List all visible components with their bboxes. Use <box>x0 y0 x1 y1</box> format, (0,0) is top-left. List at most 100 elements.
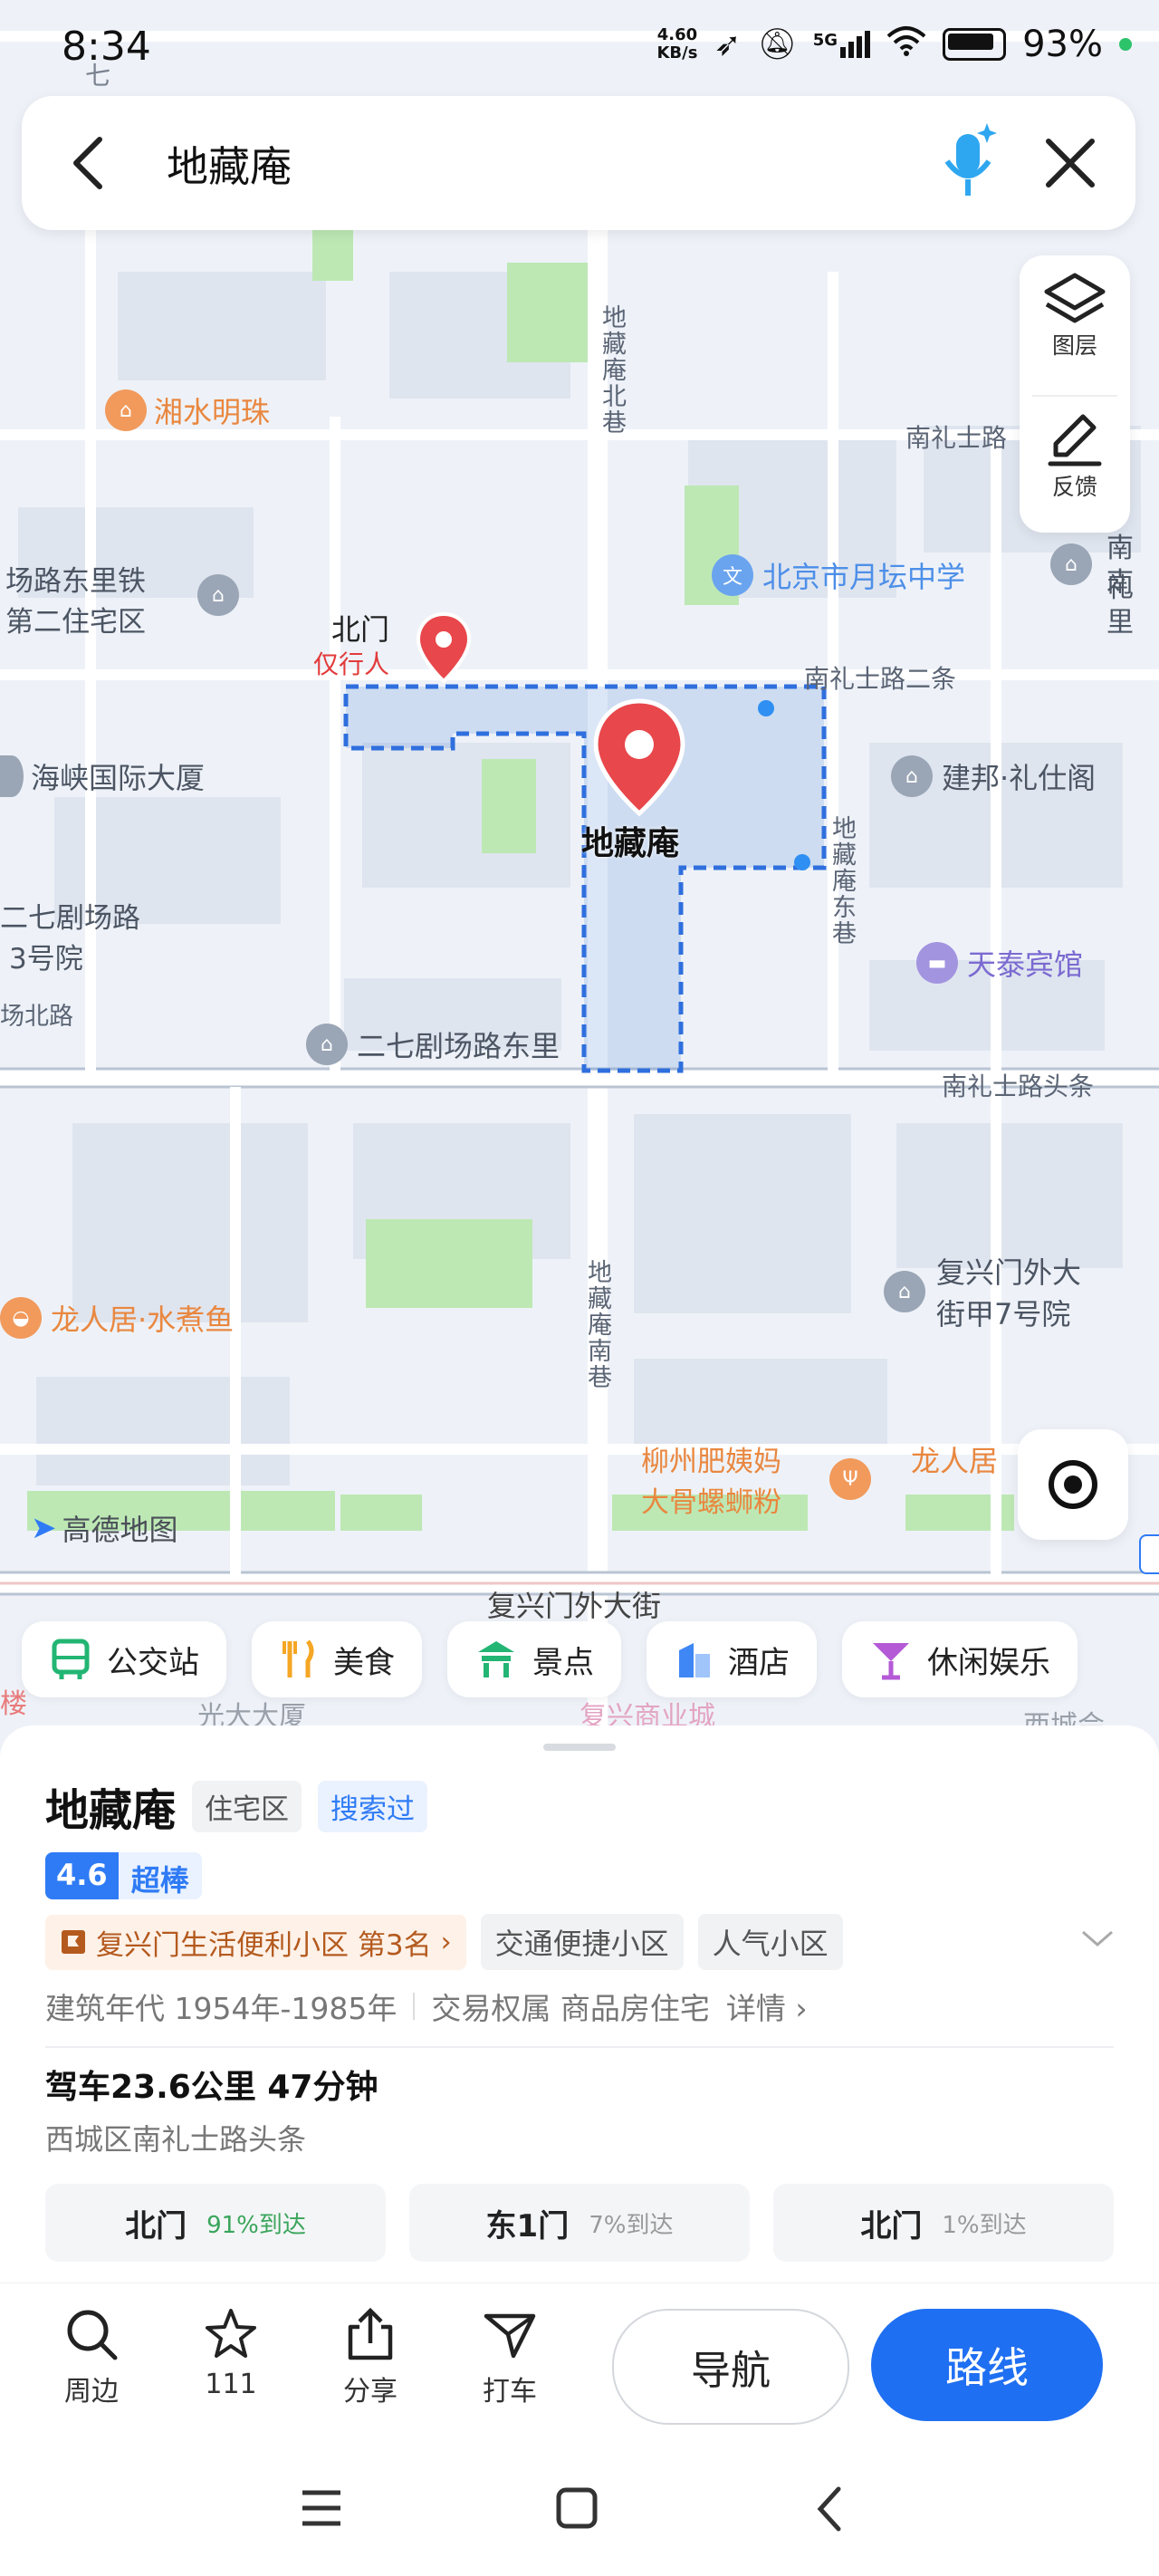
drive-info: 驾车23.6公里 47分钟 <box>45 2069 378 2106</box>
locate-me-button[interactable] <box>1018 1429 1128 1540</box>
mute-bell-icon: 🔕︎ <box>757 26 797 62</box>
road-nanlishi-toutiao: 南礼士路头条 <box>942 1072 1095 1101</box>
searched-tag: 搜索过 <box>318 1780 428 1832</box>
gate-card[interactable]: 北门 1%到达 <box>773 2184 1114 2262</box>
north-gate-label: 北门 <box>331 612 390 647</box>
favorite-button[interactable]: 111 <box>181 2307 281 2400</box>
wifi-icon <box>886 24 926 65</box>
voice-mic-icon[interactable] <box>936 120 1000 210</box>
chip-bus-station[interactable]: 公交站 <box>22 1621 226 1697</box>
residence-icon: ⌂ <box>884 1271 925 1312</box>
residence-icon: ⌂ <box>1050 543 1092 585</box>
poi-longrenju-left[interactable]: ◒ 龙人居·水煮鱼 <box>0 1297 234 1339</box>
school-icon: 文 <box>712 554 753 596</box>
tags-row: 复兴门生活便利小区 第3名 › 交通便捷小区 人气小区 <box>45 1914 843 1970</box>
back-icon[interactable] <box>811 2484 848 2538</box>
pedestrian-label: 仅行人 <box>313 649 390 679</box>
street-dizang-south: 地藏庵南巷 <box>583 1259 611 1390</box>
route-button[interactable]: 路线 <box>871 2309 1103 2421</box>
star-icon <box>206 2309 256 2358</box>
street-dizang-east: 地藏庵东巷 <box>828 815 856 947</box>
layers-button[interactable]: 图层 <box>1020 272 1130 360</box>
close-icon[interactable] <box>1043 136 1097 194</box>
net-speed: 4.60 KB/s <box>656 25 698 62</box>
road-nanlishi-ertiao: 南礼士路二条 <box>804 664 957 694</box>
poi-nanli-right2: 南里 <box>1106 567 1134 639</box>
nearby-button[interactable]: 周边 <box>42 2307 141 2408</box>
status-time: 8:34 <box>62 24 151 70</box>
chip-food[interactable]: 美食 <box>252 1621 422 1697</box>
poi-longrenju-right: 龙人居 <box>911 1444 999 1478</box>
road-chang-beilu: 场北路 <box>0 1003 73 1031</box>
search-bar: 地藏庵 <box>22 96 1135 230</box>
type-tag: 住宅区 <box>192 1780 302 1832</box>
ownership: 交易权属 商品房住宅 <box>431 1991 710 2026</box>
search-query[interactable]: 地藏庵 <box>167 134 292 194</box>
chip-scenic[interactable]: 景点 <box>447 1621 621 1697</box>
amap-logo: ➤ 高德地图 <box>31 1510 178 1547</box>
category-chips: 公交站 美食 景点 酒店 休闲娱乐 <box>22 1621 1078 1697</box>
menu-icon[interactable] <box>299 2487 344 2533</box>
poi-tiantai[interactable]: ▬ 天泰宾馆 <box>916 942 1083 984</box>
info-divider <box>413 1993 416 2020</box>
poi-liuzhou[interactable]: 柳州肥姨妈 大骨螺蛳粉 <box>641 1438 781 1520</box>
share-button[interactable]: 分享 <box>321 2307 420 2408</box>
details-link[interactable]: 详情 › <box>726 1985 808 2028</box>
location-arrow-icon: ➶ <box>714 25 742 63</box>
hotel-icon: ▬ <box>916 942 958 984</box>
home-icon[interactable] <box>554 2485 599 2534</box>
poi-xiangshui[interactable]: ⌂ 湘水明珠 <box>105 389 270 431</box>
chip-hotel[interactable]: 酒店 <box>647 1621 817 1697</box>
residence-icon: ⌂ <box>306 1024 348 1065</box>
poi-erqi-dongli[interactable]: ⌂ 二七剧场路东里 <box>306 1024 560 1065</box>
navigate-button[interactable]: 导航 <box>612 2309 849 2425</box>
feedback-label: 反馈 <box>1051 474 1097 500</box>
layers-icon <box>1020 272 1130 328</box>
chevron-right-icon: › <box>440 1926 452 1958</box>
poi-erqi-left[interactable]: 二七剧场路 3号院 <box>0 895 140 976</box>
layers-label: 图层 <box>1051 332 1097 359</box>
system-nav-bar <box>0 2446 1159 2576</box>
road-nanlishi: 南礼士路 <box>905 423 1008 453</box>
tag-traffic: 交通便捷小区 <box>480 1914 684 1970</box>
battery-icon <box>943 28 1007 61</box>
share-icon <box>348 2307 393 2360</box>
green-dot-icon <box>1119 38 1132 51</box>
feedback-button[interactable]: 反馈 <box>1020 409 1130 502</box>
target-icon <box>1049 1460 1097 1509</box>
taxi-button[interactable]: 打车 <box>460 2307 560 2408</box>
rank-tag[interactable]: 复兴门生活便利小区 第3名 › <box>45 1914 466 1970</box>
pin-place-label: 地藏庵 <box>581 825 680 862</box>
map-view[interactable]: 北门 仅行人 地藏庵 ⌂ 湘水明珠 南礼士路 场路东里铁 第二住宅区 ⌂ 文 北… <box>0 0 1159 1739</box>
poi-fuxingmen-7[interactable]: ⌂ 复兴门外大 街甲7号院 <box>884 1250 1081 1333</box>
rating-badge: 4.6 超棒 <box>45 1852 202 1899</box>
ranking-flag-icon <box>62 1930 85 1954</box>
poi-jianbang[interactable]: ⌂ 建邦·礼仕阁 <box>891 755 1096 797</box>
taxi-icon <box>484 2313 536 2359</box>
food-icon <box>283 1639 314 1677</box>
poi-yuetan-school[interactable]: 文 北京市月坛中学 <box>712 554 965 596</box>
back-arrow-icon[interactable] <box>67 134 109 196</box>
gate-card[interactable]: 东1门 7%到达 <box>409 2184 750 2262</box>
cocktail-icon <box>873 1643 909 1680</box>
expand-chevron-icon[interactable] <box>1079 1925 1116 1956</box>
hotel-icon <box>679 1643 710 1677</box>
poi-haixia[interactable]: 海峡国际大厦 <box>0 755 205 797</box>
search-icon <box>67 2310 118 2360</box>
gate-card[interactable]: 北门 91%到达 <box>45 2184 386 2262</box>
info-row: 建筑年代 1954年-1985年 交易权属 商品房住宅 详情 › <box>45 1985 808 2028</box>
residence-icon: ⌂ <box>891 755 933 797</box>
poi-changlu[interactable]: 场路东里铁 第二住宅区 <box>5 558 146 639</box>
tools-divider <box>1032 395 1117 397</box>
sheet-drag-handle[interactable] <box>543 1744 616 1751</box>
food-icon: Ψ <box>829 1458 871 1500</box>
street-fuxingmen: 复兴门外大街 <box>487 1589 662 1623</box>
residence-icon: ⌂ <box>197 574 239 616</box>
edit-pencil-icon <box>1020 409 1130 469</box>
chip-leisure[interactable]: 休闲娱乐 <box>842 1621 1078 1697</box>
signal-icon: 5G <box>813 31 871 58</box>
gates-row: 北门 91%到达 东1门 7%到达 北门 1%到达 <box>45 2184 1114 2262</box>
map-tools: 图层 反馈 <box>1020 255 1130 533</box>
tag-popular: 人气小区 <box>697 1914 843 1970</box>
side-edge-button[interactable] <box>1139 1534 1159 1574</box>
